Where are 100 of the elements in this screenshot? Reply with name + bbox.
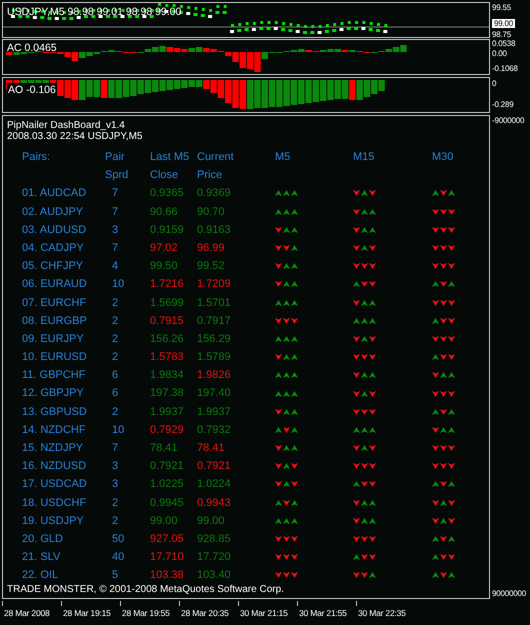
dashboard-subtitle: 2008.03.30 22:54 USDJPY,M5	[7, 131, 144, 142]
pair-name: 21. SLV	[22, 551, 60, 564]
current-price: 17.720	[197, 551, 231, 564]
close-price: 0.9365	[150, 187, 184, 200]
current-price: 0.7921	[197, 460, 231, 472]
column-header: Pair	[105, 151, 125, 163]
close-price: 78.41	[150, 442, 178, 454]
spread-value: 4	[112, 260, 118, 272]
column-header: Close	[150, 169, 178, 182]
pair-name: 05. CHFJPY	[22, 260, 84, 272]
spread-value: 10	[112, 424, 124, 436]
price-scale-label: -0.289	[492, 100, 514, 109]
pair-name: 10. EURUSD	[22, 351, 87, 364]
pair-name: 04. CADJPY	[22, 242, 84, 254]
current-price: 197.40	[197, 387, 231, 400]
close-price: 197.38	[150, 387, 184, 400]
pair-name: 18. USDCHF	[22, 496, 86, 509]
spread-value: 6	[112, 387, 118, 400]
time-label: 28 Mar 20:35	[181, 608, 229, 618]
close-price: 90.66	[150, 206, 178, 218]
current-price: 1.0224	[197, 478, 231, 490]
current-price: 1.5701	[197, 296, 231, 308]
current-price: 78.41	[197, 442, 225, 454]
time-label: 30 Mar 21:55	[299, 608, 347, 618]
close-price: 1.9834	[150, 369, 184, 382]
close-price: 99.50	[150, 260, 178, 272]
spread-value: 7	[112, 206, 118, 218]
spread-value: 40	[112, 551, 124, 564]
indicator-title: AC 0.0465	[7, 41, 57, 56]
pair-name: 15. NZDJPY	[22, 442, 84, 454]
pair-name: 14. NZDCHF	[22, 424, 86, 436]
time-label: 30 Mar 22:35	[358, 608, 406, 618]
close-price: 0.9945	[150, 496, 184, 509]
close-price: 0.7921	[150, 460, 184, 472]
column-header: Last M5	[150, 151, 190, 163]
spread-value: 50	[112, 532, 124, 545]
column-header: M30	[432, 151, 454, 163]
price-scale-label: 90000000	[492, 589, 526, 598]
pair-name: 07. EURCHF	[22, 296, 86, 308]
time-label: 28 Mar 19:15	[63, 608, 111, 618]
spread-value: 6	[112, 369, 118, 382]
column-header: Price	[197, 169, 222, 182]
spread-value: 7	[112, 442, 118, 454]
dashboard-title: PipNailer DashBoard_v1.4	[7, 120, 126, 131]
time-label: 28 Mar 19:55	[122, 608, 170, 618]
current-price: 90.70	[197, 206, 225, 218]
spread-value: 2	[112, 332, 118, 345]
current-price: 103.40	[197, 569, 231, 582]
spread-value: 3	[112, 224, 118, 236]
current-price: 1.9826	[197, 369, 231, 382]
close-price: 156.26	[150, 332, 184, 345]
spread-value: 10	[112, 278, 124, 290]
current-price: 96.99	[197, 242, 225, 254]
current-price: 0.9163	[197, 224, 231, 236]
pair-name: 12. GBPJPY	[22, 387, 84, 400]
close-price: 1.7216	[150, 278, 184, 290]
current-price: 156.29	[197, 332, 231, 345]
time-label: 30 Mar 21:15	[240, 608, 288, 618]
pair-name: 08. EURGBP	[22, 314, 87, 327]
current-price: 1.9937	[197, 406, 231, 418]
price-scale-label: 0.0538	[492, 39, 516, 48]
close-price: 1.5699	[150, 296, 184, 308]
close-price: 927.05	[150, 532, 184, 545]
column-header: Current	[197, 151, 234, 163]
spread-value: 7	[112, 242, 118, 254]
column-header: M15	[353, 151, 374, 163]
spread-value: 7	[112, 187, 118, 200]
spread-value: 5	[112, 569, 118, 582]
price-scale-label: 99.55	[492, 3, 512, 12]
current-price: 928.85	[197, 532, 231, 545]
close-price: 0.7929	[150, 424, 184, 436]
current-price: 0.9369	[197, 187, 231, 200]
copyright-text: TRADE MONSTER, © 2001-2008 MetaQuotes Software Corp.	[7, 583, 284, 597]
price-scale-label: 0	[492, 79, 496, 88]
current-price-label: 99.00	[492, 19, 516, 28]
pair-name: 09. EURJPY	[22, 332, 84, 345]
close-price: 1.5783	[150, 351, 184, 364]
spread-value: 2	[112, 406, 118, 418]
pair-name: 20. GLD	[22, 532, 63, 545]
close-price: 103.38	[150, 569, 184, 582]
spread-value: 2	[112, 314, 118, 327]
pair-name: 03. AUDUSD	[22, 224, 86, 236]
spread-value: 3	[112, 478, 118, 490]
price-scale-label: 0.00	[492, 49, 507, 58]
close-price: 1.9937	[150, 406, 184, 418]
column-header: M5	[275, 151, 290, 163]
price-scale-label: 98.75	[492, 30, 512, 39]
spread-value: 2	[112, 296, 118, 308]
close-price: 99.00	[150, 514, 178, 527]
spread-value: 2	[112, 514, 118, 527]
price-scale-label: -9000000	[492, 116, 524, 125]
column-header: Sprd	[105, 169, 128, 182]
pair-name: 01. AUDCAD	[22, 187, 86, 200]
current-price: 99.52	[197, 260, 225, 272]
current-price: 0.7932	[197, 424, 231, 436]
close-price: 0.7915	[150, 314, 184, 327]
current-price: 0.9943	[197, 496, 231, 509]
spread-value: 3	[112, 460, 118, 472]
current-price: 99.00	[197, 514, 225, 527]
pair-name: 06. EURAUD	[22, 278, 87, 290]
